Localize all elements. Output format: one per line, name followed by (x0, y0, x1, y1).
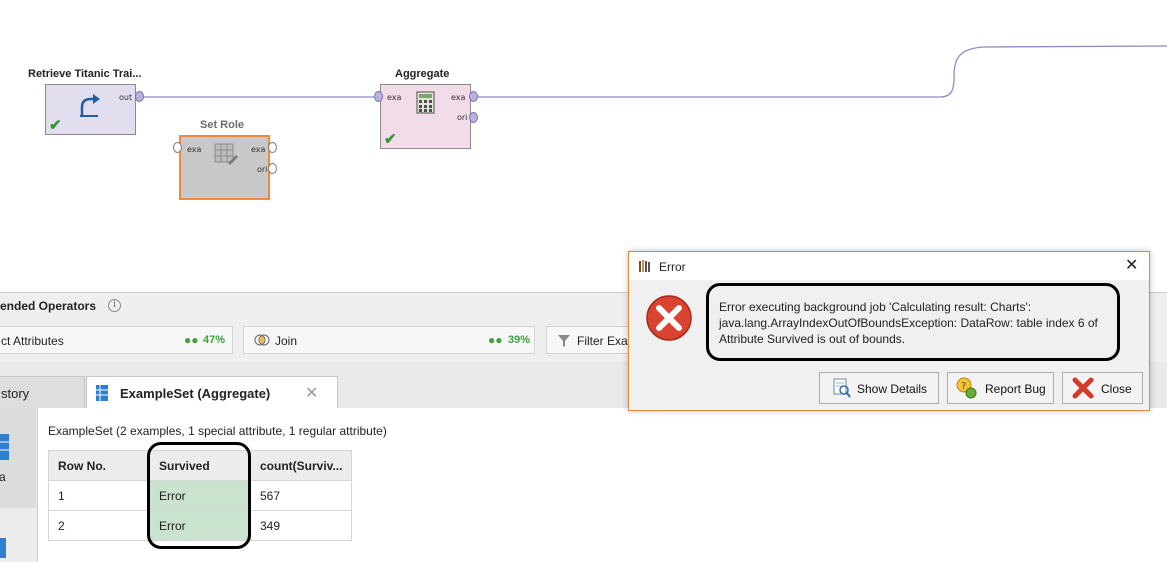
svg-text:?: ? (961, 381, 966, 392)
recommended-card-label: Join (275, 334, 298, 348)
port-label-ori: ori (457, 113, 468, 122)
data-view-icon (0, 434, 9, 460)
recommended-card-join[interactable]: Join ●● 39% (243, 326, 535, 354)
port-label-exa-in: exa (187, 145, 202, 154)
process-canvas[interactable]: Retrieve Titanic Trai... out ✔ Set Role … (0, 0, 1167, 292)
bug-report-icon: ? (956, 377, 977, 399)
exampleset-icon (96, 385, 108, 401)
statistics-view-icon[interactable] (0, 538, 6, 558)
retrieve-icon (80, 94, 100, 117)
port-label-exa-out: exa (451, 93, 466, 102)
set-role-operator[interactable]: exa exa ori (179, 135, 270, 200)
error-dialog: Error ✕ Error executing background job '… (628, 251, 1150, 411)
recommended-card-label: Filter Exa (577, 334, 628, 348)
show-details-button[interactable]: Show Details (819, 372, 939, 404)
view-selector-strip: a (0, 408, 38, 562)
join-icon (254, 334, 270, 346)
exampleset-summary: ExampleSet (2 examples, 1 special attrib… (48, 424, 387, 438)
document-search-icon (833, 378, 851, 398)
table-cell-row-no: 2 (48, 510, 150, 541)
data-view-button[interactable]: a (0, 408, 36, 508)
dialog-title: Error (659, 260, 686, 274)
recommended-card-select-attributes[interactable]: ct Attributes ●● 47% (0, 326, 233, 354)
data-view-label: a (0, 470, 6, 484)
dialog-close-icon[interactable]: ✕ (1125, 255, 1138, 275)
recommended-card-percent: 47% (203, 334, 226, 346)
recommended-operators-header: ended Operators (0, 299, 97, 313)
error-icon (646, 295, 692, 341)
retrieve-operator-title: Retrieve Titanic Trai... (28, 68, 142, 80)
report-bug-label: Report Bug (985, 382, 1046, 396)
aggregate-operator-title: Aggregate (395, 68, 450, 80)
survived-column-highlight (147, 442, 251, 549)
port-label-exa-out: exa (251, 145, 266, 154)
calculator-icon (416, 91, 435, 114)
users-icon: ●● (184, 333, 199, 347)
close-button[interactable]: Close (1062, 372, 1143, 404)
set-role-in-port[interactable] (173, 142, 182, 153)
aggregate-ori-port[interactable] (469, 112, 478, 123)
close-icon (1072, 377, 1094, 399)
success-check-icon: ✔ (384, 131, 397, 148)
set-role-out-port[interactable] (268, 142, 277, 153)
set-role-operator-title: Set Role (200, 119, 245, 131)
info-icon[interactable]: i (108, 299, 121, 312)
close-label: Close (1101, 382, 1132, 396)
success-check-icon: ✔ (49, 117, 62, 134)
app-logo-icon (639, 260, 650, 272)
table-edit-icon (214, 143, 238, 165)
port-label-ori: ori (257, 165, 268, 174)
aggregate-out-port[interactable] (469, 91, 478, 102)
tab-label: ExampleSet (Aggregate) (120, 386, 271, 401)
table-cell-count: 349 (249, 510, 353, 541)
table-cell-count: 567 (249, 480, 353, 511)
recommended-card-label: ct Attributes (1, 334, 64, 348)
column-header-row-no[interactable]: Row No. (48, 450, 150, 481)
filter-icon (558, 335, 570, 347)
column-header-count[interactable]: count(Surviv... (249, 450, 353, 481)
error-message-highlight (706, 283, 1120, 361)
retrieve-out-port[interactable] (135, 91, 144, 102)
wire-aggregate-result (478, 45, 1167, 98)
aggregate-operator[interactable]: exa exa ori ✔ (380, 84, 471, 149)
dialog-titlebar[interactable]: Error ✕ (629, 252, 1149, 280)
show-details-label: Show Details (857, 382, 928, 396)
tab-history[interactable]: story (0, 376, 85, 408)
users-icon: ●● (488, 333, 503, 347)
tab-label: story (1, 386, 30, 401)
recommended-card-filter-examples[interactable]: Filter Exa (546, 326, 636, 354)
tab-exampleset-aggregate[interactable]: ExampleSet (Aggregate) ✕ (86, 376, 338, 409)
table-cell-row-no: 1 (48, 480, 150, 511)
retrieve-operator[interactable]: out ✔ (45, 84, 136, 135)
port-label-exa-in: exa (387, 93, 402, 102)
recommended-card-percent: 39% (508, 334, 531, 346)
set-role-ori-port[interactable] (268, 163, 277, 174)
report-bug-button[interactable]: ? Report Bug (947, 372, 1054, 404)
port-label-out: out (119, 93, 133, 102)
close-tab-icon[interactable]: ✕ (305, 383, 318, 403)
aggregate-in-port[interactable] (374, 91, 383, 102)
